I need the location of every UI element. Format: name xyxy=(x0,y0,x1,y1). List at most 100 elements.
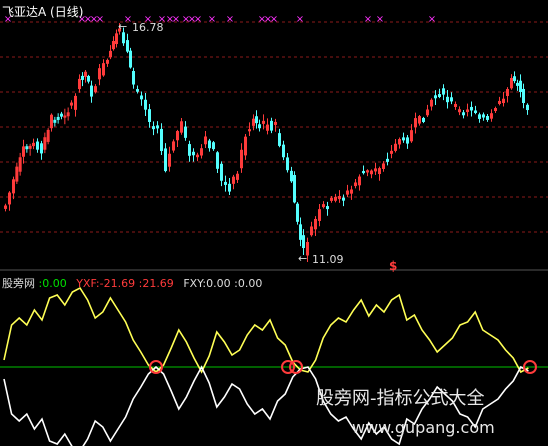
candle-body xyxy=(12,179,15,194)
candle-body xyxy=(262,120,265,124)
candle-body xyxy=(310,226,313,236)
candle-body xyxy=(94,86,97,93)
fxy-value: :0.00 xyxy=(234,277,263,290)
candle-body xyxy=(132,71,135,85)
candle-body xyxy=(342,197,345,201)
candle-body xyxy=(78,78,81,90)
candle-body xyxy=(293,175,296,203)
candle-body xyxy=(255,116,258,124)
x-marker-icon: × xyxy=(208,14,216,25)
candle-body xyxy=(160,128,163,152)
candle-body xyxy=(144,99,147,110)
indicator-legend: 股旁网 :0.00 YXF:-21.69 :21.69 FXY:0.00 :0.… xyxy=(2,275,262,291)
yxf-value-2: :21.69 xyxy=(138,277,174,290)
candle-body xyxy=(106,59,109,64)
candle-body xyxy=(466,109,469,113)
candle-body xyxy=(486,116,489,120)
candle-body xyxy=(258,124,261,129)
candle-body xyxy=(232,176,235,184)
candle-body xyxy=(296,203,299,222)
candle-body xyxy=(192,151,195,156)
indicator-value: :0.00 xyxy=(38,277,67,290)
candle-body xyxy=(350,189,353,194)
chart-canvas[interactable]: × ×××× × × × ×× ××× × × ××× × × × × xyxy=(0,0,548,446)
candle-body xyxy=(510,77,513,89)
candle-body xyxy=(450,97,453,102)
candle-body xyxy=(502,98,505,104)
candle-body xyxy=(220,163,223,181)
candle-body xyxy=(140,95,143,100)
candle-body xyxy=(278,133,281,146)
candle-body xyxy=(60,113,63,117)
candle-body xyxy=(98,68,101,80)
watermark-url: www.gupang.com xyxy=(352,418,495,437)
candle-body xyxy=(290,170,293,182)
candle-body xyxy=(454,103,457,107)
candle-body xyxy=(70,102,73,106)
candle-body xyxy=(418,116,421,124)
candle-body xyxy=(50,114,53,129)
candle-body xyxy=(87,75,90,82)
candle-body xyxy=(18,157,22,172)
candle-body xyxy=(240,149,243,169)
candle-body xyxy=(126,40,129,52)
candle-body xyxy=(122,32,125,44)
candle-body xyxy=(410,130,413,142)
candle-body xyxy=(63,115,67,118)
candle-body xyxy=(53,119,57,123)
candle-body xyxy=(56,116,60,120)
high-price-label: 16.78 xyxy=(132,21,164,34)
candle-body xyxy=(22,146,25,157)
candle-body xyxy=(40,143,43,154)
candle-body xyxy=(148,109,151,122)
candle-body xyxy=(358,176,361,186)
candle-body xyxy=(109,50,112,58)
candle-body xyxy=(302,235,305,249)
x-marker-icon: × xyxy=(428,14,436,25)
candle-body xyxy=(152,126,155,130)
candle-body xyxy=(406,137,409,144)
candle-body xyxy=(172,141,175,151)
candle-body xyxy=(490,113,493,119)
low-price-label: 11.09 xyxy=(312,253,344,266)
candle-body xyxy=(458,109,461,113)
x-marker-icon: × xyxy=(194,14,202,25)
candle-body xyxy=(236,173,239,180)
candle-body xyxy=(494,108,497,112)
candle-body xyxy=(43,137,47,150)
candle-body xyxy=(129,50,132,68)
candle-body xyxy=(522,88,525,103)
candle-body xyxy=(282,144,285,158)
candle-body xyxy=(200,148,203,156)
candle-body xyxy=(180,121,183,133)
yxf-yellow-line xyxy=(3,286,529,374)
window-title: 飞亚达A (日线) xyxy=(2,5,84,19)
candle-body xyxy=(334,196,337,201)
fxy-label: FXY:0.00 xyxy=(183,277,231,290)
kline-chart-window: × × × × × × × × × × × × × × × × × × × × × × 飞亚达A (日线) ← 16.78… xyxy=(0,0,548,446)
yxf-label: YXF: xyxy=(76,277,100,290)
candle-body xyxy=(402,137,405,141)
candle-body xyxy=(188,144,191,156)
candle-body xyxy=(216,152,219,169)
x-marker-icon: × xyxy=(270,14,278,25)
x-marker-icon: × xyxy=(96,14,104,25)
x-marker-icon: × xyxy=(376,14,384,25)
candle-body xyxy=(196,154,199,158)
candle-body xyxy=(422,117,425,122)
candle-body xyxy=(266,124,269,131)
candle-body xyxy=(474,110,477,113)
dollar-marker-icon: $ xyxy=(389,259,398,273)
candle-body xyxy=(25,146,29,150)
indicator-name: 股旁网 xyxy=(2,277,35,290)
candle-body xyxy=(286,157,289,171)
candle-body xyxy=(46,129,50,142)
candle-body xyxy=(526,104,529,111)
candle-body xyxy=(378,168,381,175)
candle-body xyxy=(184,126,187,138)
candle-body xyxy=(136,89,139,92)
low-arrow-icon: ← xyxy=(298,252,308,265)
candle-body xyxy=(346,190,349,195)
x-marker-icon: × xyxy=(226,14,234,25)
x-marker-icon: × xyxy=(364,14,372,25)
